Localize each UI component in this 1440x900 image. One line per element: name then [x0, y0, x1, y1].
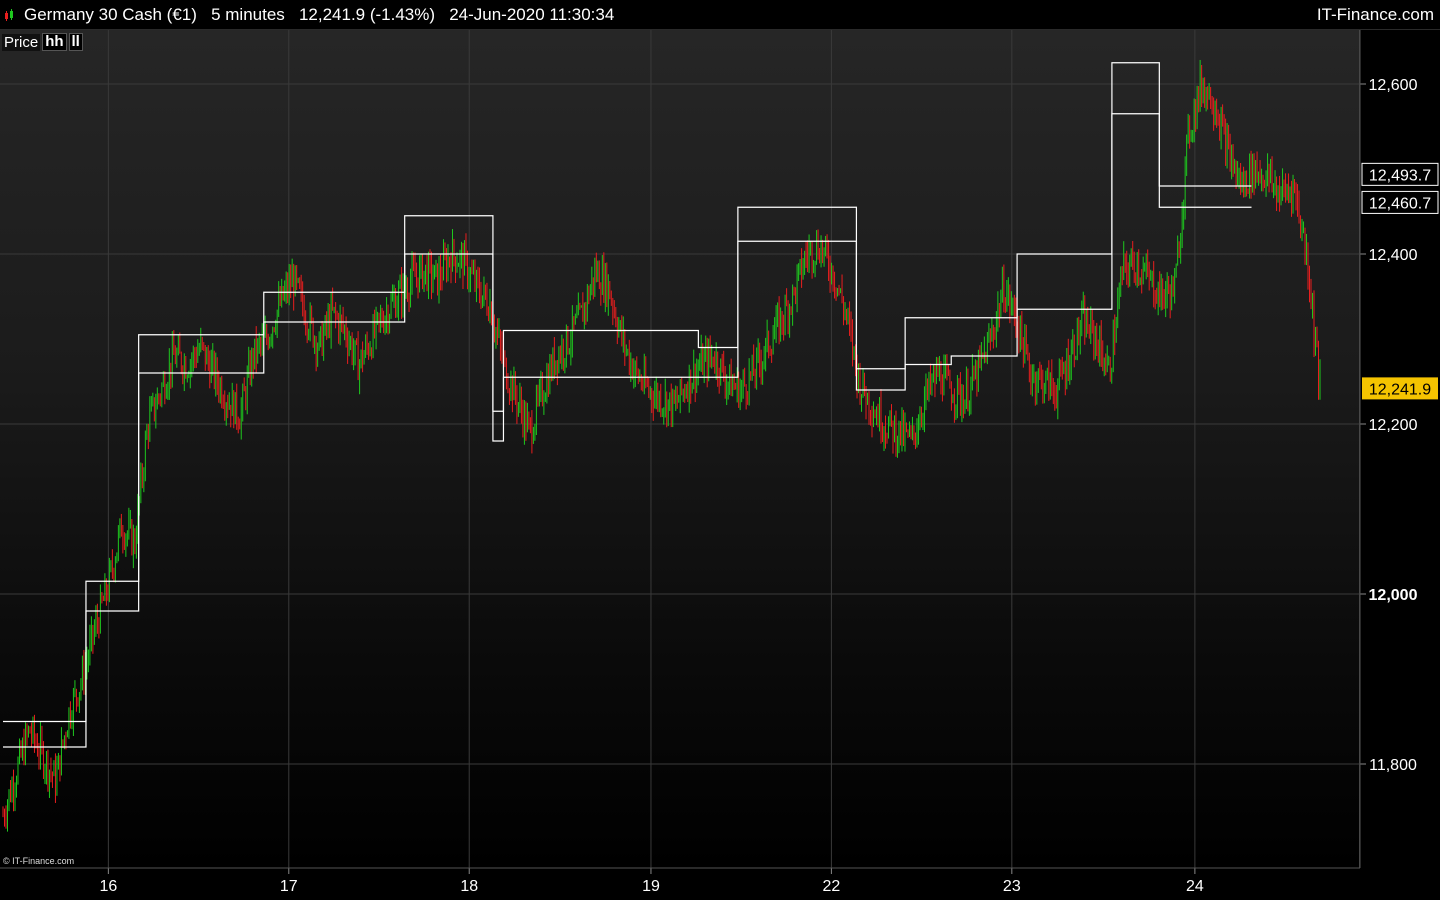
channel-price-label: 12,460.7 [1369, 195, 1431, 212]
y-tick-label: 12,400 [1369, 247, 1418, 264]
y-tick-label: 12,200 [1369, 417, 1418, 434]
ll-channel-line [3, 113, 1252, 748]
x-tick-label: 18 [460, 878, 478, 895]
price-chart[interactable]: 11,800 12,000 12,200 12,400 12,600 16 17 18 19 22… [0, 0, 1440, 900]
last-price-label: 12,241.9 [1369, 381, 1431, 398]
copyright-text: © IT-Finance.com [3, 856, 75, 866]
x-tick-label: 19 [642, 878, 660, 895]
y-tick-label: 12,600 [1369, 77, 1418, 94]
x-tick-label: 24 [1186, 878, 1204, 895]
y-tick-label: 11,800 [1369, 757, 1417, 774]
x-tick-label: 16 [99, 878, 117, 895]
y-tick-label: 12,000 [1369, 587, 1418, 604]
x-tick-label: 17 [280, 878, 298, 895]
x-tick-label: 23 [1003, 878, 1021, 895]
hh-channel-line [3, 62, 1252, 723]
channel-price-label: 12,493.7 [1369, 167, 1431, 184]
x-tick-label: 22 [822, 878, 840, 895]
